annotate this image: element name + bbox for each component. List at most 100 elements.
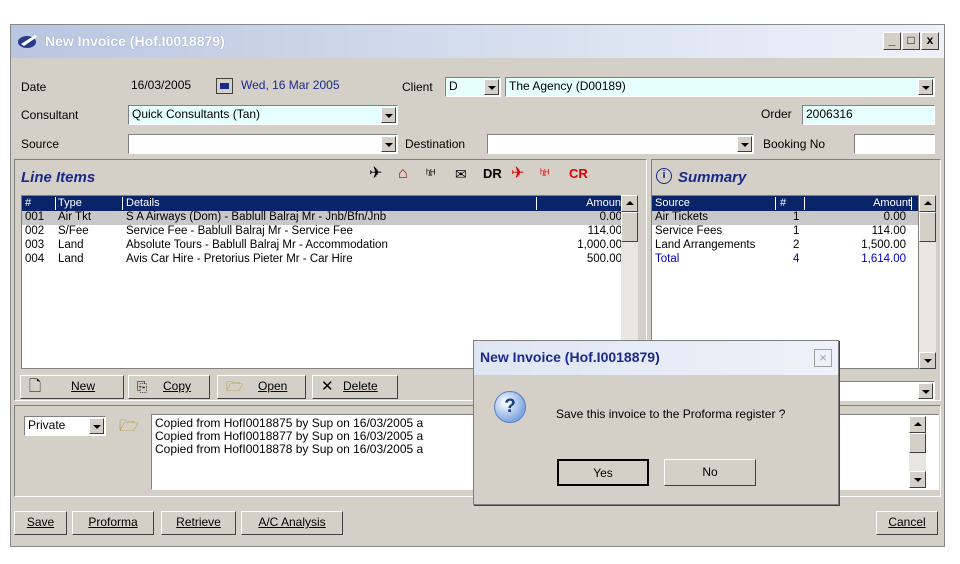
- date-long-text: Wed, 16 Mar 2005: [241, 78, 340, 92]
- row-details: S A Airways (Dom) - Bablull Balraj Mr - …: [126, 211, 387, 223]
- folder-open-icon[interactable]: 🗁: [119, 415, 139, 442]
- close-button[interactable]: x: [921, 32, 939, 50]
- order-field[interactable]: 2006316: [802, 105, 935, 125]
- dialog-titlebar[interactable]: New Invoice (Hof.I0018879) ×: [474, 341, 838, 375]
- summary-row[interactable]: Air Tickets 1 0.00: [652, 211, 918, 225]
- row-amount: 1,000.00: [577, 239, 622, 251]
- summary-title: Summary: [678, 169, 747, 186]
- table-row[interactable]: 001 Air Tkt S A Airways (Dom) - Bablull …: [22, 211, 628, 225]
- chevron-down-icon[interactable]: [484, 79, 499, 95]
- consultant-select[interactable]: Quick Consultants (Tan): [128, 105, 398, 125]
- proforma-button[interactable]: Proforma: [72, 511, 154, 535]
- col-source[interactable]: Source: [655, 197, 776, 210]
- col-details[interactable]: Details: [126, 197, 537, 210]
- calendar-icon: [220, 83, 229, 89]
- table-row[interactable]: 004 Land Avis Car Hire - Pretorius Piete…: [22, 253, 628, 267]
- note-type-select[interactable]: Private: [24, 416, 106, 436]
- minimize-button[interactable]: _: [883, 32, 901, 50]
- chevron-down-icon[interactable]: [381, 107, 396, 123]
- air-ticket-icon[interactable]: ✈: [369, 165, 382, 183]
- col-amount[interactable]: Amount: [540, 197, 625, 210]
- client-name-select[interactable]: The Agency (D00189): [505, 77, 935, 97]
- order-label: Order: [761, 107, 792, 121]
- scroll-up-icon[interactable]: [909, 416, 926, 433]
- booking-label: Booking No: [763, 137, 826, 151]
- open-button[interactable]: 🗁 Open: [217, 375, 306, 399]
- ac-analysis-button[interactable]: A/C Analysis: [241, 511, 343, 535]
- dialog-close-icon[interactable]: ×: [814, 349, 832, 367]
- chevron-down-icon[interactable]: [918, 383, 933, 399]
- chevron-down-icon[interactable]: [381, 136, 396, 152]
- summary-row[interactable]: Land Arrangements 2 1,500.00: [652, 239, 918, 253]
- proforma-label: Proforma: [88, 515, 138, 529]
- summary-source: Total: [655, 253, 680, 265]
- row-num: 002: [25, 225, 45, 237]
- line-items-toolbar: ✈ ⌂ ʰ̵ᴴ ✉ DR ✈ ʰ̵ᴴ CR: [366, 165, 646, 187]
- folder-open-icon: 🗁: [226, 378, 244, 394]
- summary-amount: 0.00: [883, 211, 906, 223]
- source-select[interactable]: [128, 134, 398, 154]
- window-titlebar[interactable]: New Invoice (Hof.I0018879) _ □ x: [11, 25, 944, 58]
- col-type[interactable]: Type: [58, 197, 123, 210]
- delete-icon: ✕: [321, 378, 334, 395]
- client-code-select[interactable]: D: [445, 77, 501, 97]
- credit-button[interactable]: CR: [569, 165, 588, 183]
- consultant-label: Consultant: [21, 108, 79, 122]
- car-credit-icon[interactable]: ʰ̵ᴴ: [540, 165, 549, 183]
- debit-button[interactable]: DR: [483, 165, 502, 183]
- date-field[interactable]: 16/03/2005: [128, 77, 213, 97]
- booking-field[interactable]: [854, 134, 935, 154]
- scroll-up-icon[interactable]: [621, 195, 638, 212]
- line-items-title: Line Items: [21, 169, 96, 186]
- summary-total-row[interactable]: Total 4 1,614.00: [652, 253, 918, 267]
- chevron-down-icon[interactable]: [737, 136, 752, 152]
- copy-button[interactable]: ⎘ Copy: [128, 375, 210, 399]
- summary-filter-select[interactable]: [835, 381, 935, 400]
- yes-button[interactable]: Yes: [557, 459, 649, 486]
- maximize-button[interactable]: □: [902, 32, 920, 50]
- scroll-down-icon[interactable]: [909, 471, 926, 488]
- summary-source: Air Tickets: [655, 211, 709, 223]
- cancel-button[interactable]: Cancel: [876, 511, 938, 535]
- save-button[interactable]: Save: [14, 511, 67, 535]
- window-title: New Invoice (Hof.I0018879): [45, 33, 225, 49]
- calendar-button[interactable]: [216, 78, 233, 94]
- scroll-down-icon[interactable]: [919, 352, 936, 369]
- row-type: Land: [58, 239, 84, 251]
- summary-amount: 1,500.00: [861, 239, 906, 251]
- scroll-thumb[interactable]: [621, 212, 638, 242]
- accommodation-icon[interactable]: ⌂: [398, 165, 408, 183]
- row-details: Avis Car Hire - Pretorius Pieter Mr - Ca…: [126, 253, 353, 265]
- chevron-down-icon[interactable]: [89, 418, 104, 434]
- col-count[interactable]: #: [780, 197, 805, 210]
- row-details: Absolute Tours - Bablull Balraj Mr - Acc…: [126, 239, 388, 251]
- row-details: Service Fee - Bablull Balraj Mr - Servic…: [126, 225, 353, 237]
- col-summary-amount[interactable]: Amount: [808, 197, 912, 210]
- row-amount: 114.00: [587, 225, 622, 237]
- notes-scrollbar[interactable]: [909, 416, 926, 488]
- chevron-down-icon[interactable]: [918, 79, 933, 95]
- table-row[interactable]: 003 Land Absolute Tours - Bablull Balraj…: [22, 239, 628, 253]
- retrieve-label: Retrieve: [176, 515, 221, 529]
- cancel-label: Cancel: [888, 515, 926, 529]
- delete-button[interactable]: ✕ Delete: [312, 375, 398, 399]
- info-icon: i: [656, 168, 672, 184]
- summary-scrollbar[interactable]: [919, 195, 936, 369]
- table-row[interactable]: 002 S/Fee Service Fee - Bablull Balraj M…: [22, 225, 628, 239]
- no-button[interactable]: No: [664, 459, 756, 486]
- scroll-thumb[interactable]: [919, 212, 936, 242]
- retrieve-button[interactable]: Retrieve: [161, 511, 236, 535]
- col-num[interactable]: #: [25, 197, 56, 210]
- car-hire-icon[interactable]: ʰ̵ᴴ: [426, 165, 435, 183]
- summary-source: Land Arrangements: [655, 239, 756, 251]
- summary-row[interactable]: Service Fees 1 114.00: [652, 225, 918, 239]
- new-button[interactable]: 🗋 New: [20, 375, 124, 399]
- scroll-thumb[interactable]: [909, 433, 926, 453]
- destination-select[interactable]: [487, 134, 754, 154]
- client-name-value: The Agency (D00189): [509, 79, 626, 93]
- new-label: New: [71, 379, 96, 393]
- scroll-up-icon[interactable]: [919, 195, 936, 212]
- voucher-icon[interactable]: ✉: [455, 165, 467, 183]
- question-icon: ?: [494, 391, 526, 423]
- air-credit-icon[interactable]: ✈: [511, 165, 524, 183]
